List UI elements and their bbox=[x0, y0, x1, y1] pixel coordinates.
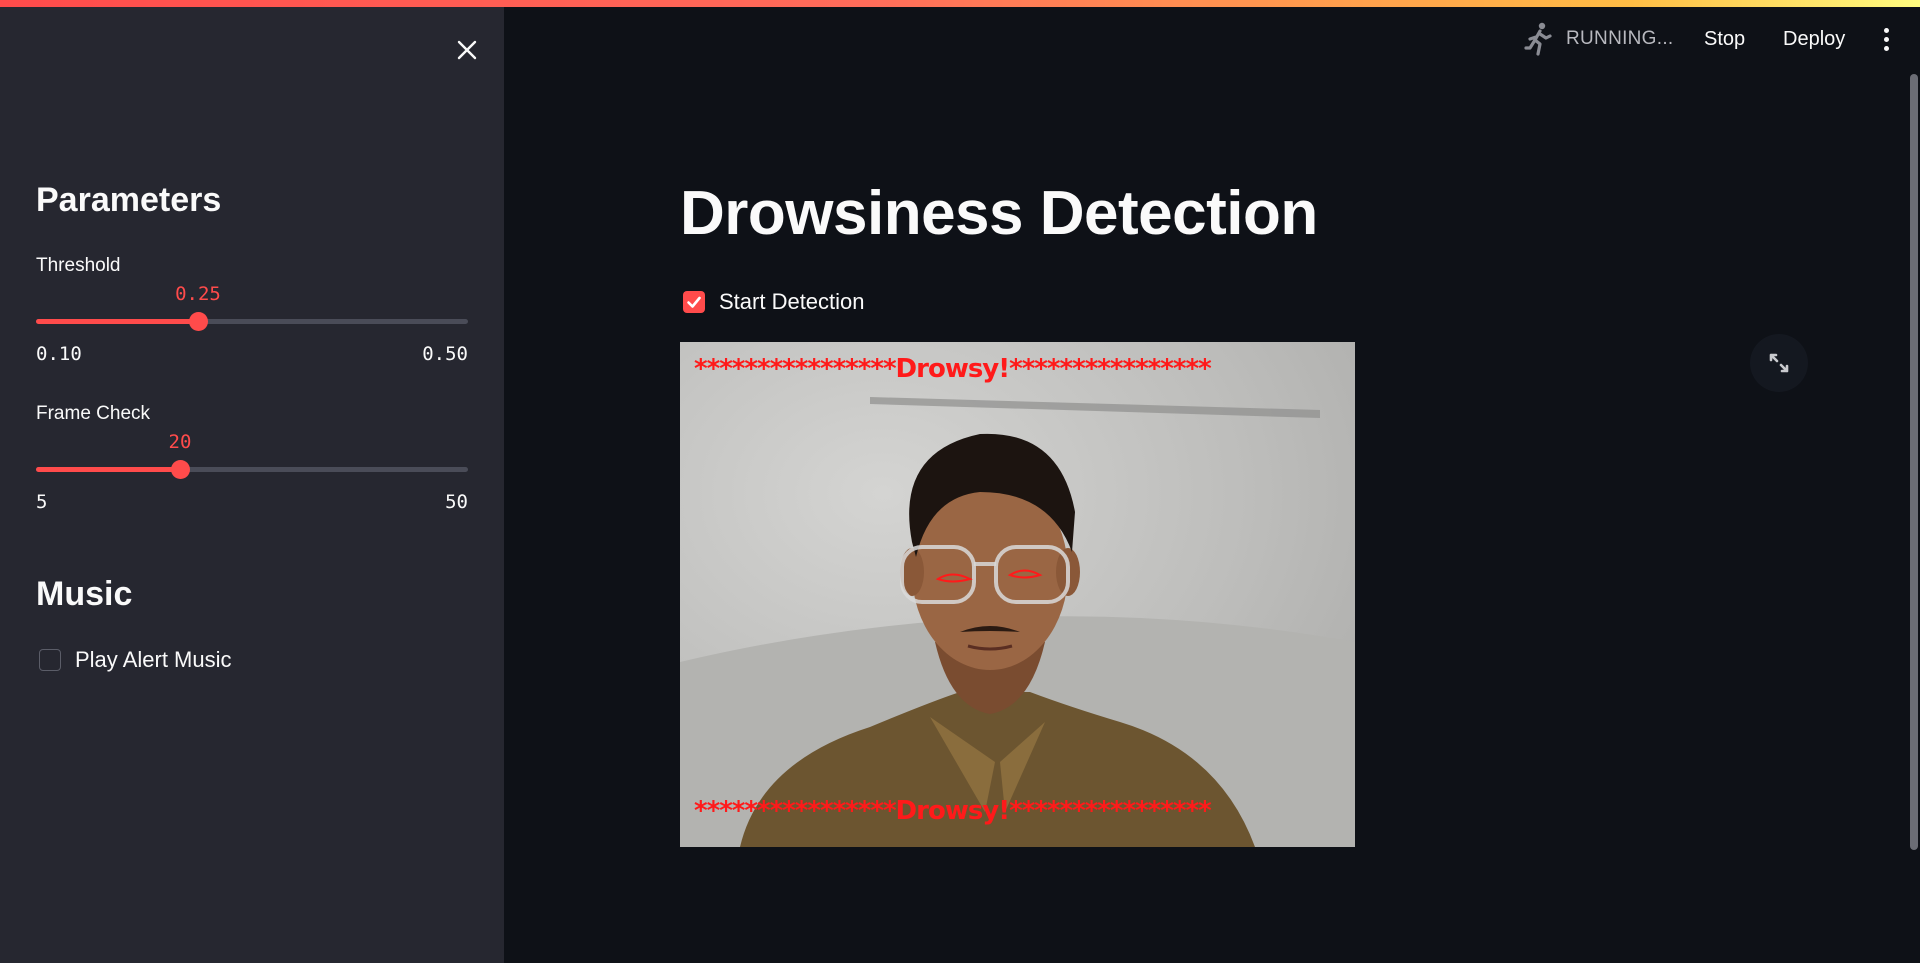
frame-check-range: 5 50 bbox=[36, 491, 468, 515]
kebab-menu-icon bbox=[1883, 28, 1889, 33]
main-menu-button[interactable] bbox=[1878, 28, 1894, 54]
play-alert-music-label: Play Alert Music bbox=[75, 647, 232, 672]
close-sidebar-button[interactable] bbox=[450, 33, 484, 67]
running-man-icon bbox=[1524, 22, 1552, 56]
close-icon bbox=[457, 40, 477, 60]
frame-check-slider[interactable]: 20 bbox=[36, 431, 468, 491]
threshold-range: 0.10 0.50 bbox=[36, 343, 468, 367]
frame-check-value: 20 bbox=[168, 431, 192, 453]
app-decoration-bar bbox=[0, 0, 1920, 7]
drowsy-alert-top: ****************Drowsy!**************** bbox=[694, 354, 1212, 384]
deploy-button[interactable]: Deploy bbox=[1783, 28, 1845, 51]
sidebar: Parameters Threshold 0.25 0.10 0.50 Fram… bbox=[0, 7, 504, 963]
threshold-label: Threshold bbox=[36, 255, 121, 276]
webcam-frame-image bbox=[680, 397, 1355, 847]
running-status-text: RUNNING... bbox=[1566, 28, 1674, 49]
fullscreen-icon bbox=[1769, 353, 1789, 373]
drowsy-alert-bottom: ****************Drowsy!**************** bbox=[694, 796, 1212, 826]
running-status: RUNNING... bbox=[1524, 22, 1674, 56]
slider-fill bbox=[36, 467, 180, 472]
threshold-value: 0.25 bbox=[175, 283, 221, 305]
slider-thumb[interactable] bbox=[189, 312, 208, 331]
page-title: Drowsiness Detection bbox=[680, 179, 1318, 248]
start-detection-checkbox[interactable]: Start Detection bbox=[683, 289, 865, 315]
play-alert-music-checkbox[interactable]: Play Alert Music bbox=[39, 647, 232, 673]
checkbox-box[interactable] bbox=[683, 291, 705, 313]
webcam-video-feed: ****************Drowsy!**************** … bbox=[680, 342, 1355, 847]
threshold-slider[interactable]: 0.25 bbox=[36, 283, 468, 343]
threshold-min: 0.10 bbox=[36, 343, 82, 365]
stop-button[interactable]: Stop bbox=[1704, 28, 1745, 51]
frame-check-min: 5 bbox=[36, 491, 48, 513]
threshold-max: 0.50 bbox=[422, 343, 468, 365]
frame-check-label: Frame Check bbox=[36, 403, 151, 424]
checkmark-icon bbox=[687, 296, 701, 308]
checkbox-box[interactable] bbox=[39, 649, 61, 671]
scrollbar[interactable] bbox=[1910, 74, 1918, 850]
music-heading: Music bbox=[36, 575, 133, 613]
fullscreen-button[interactable] bbox=[1750, 334, 1808, 392]
parameters-heading: Parameters bbox=[36, 181, 222, 219]
start-detection-label: Start Detection bbox=[719, 289, 865, 314]
slider-thumb[interactable] bbox=[171, 460, 190, 479]
slider-fill bbox=[36, 319, 198, 324]
frame-check-max: 50 bbox=[445, 491, 468, 513]
